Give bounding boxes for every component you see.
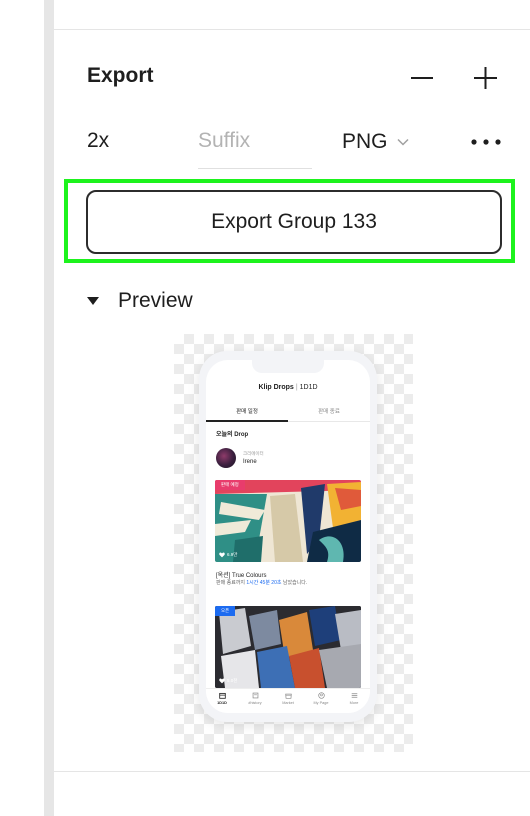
creator-name: Irene	[243, 459, 257, 465]
suffix-field	[198, 126, 312, 169]
artwork-abstract	[215, 606, 361, 688]
app-brand: Klip Drops | 1D1D	[206, 384, 370, 391]
heart-icon	[219, 678, 225, 684]
caret-down-icon	[87, 297, 99, 305]
avatar	[216, 448, 236, 468]
more-options-button[interactable]	[468, 130, 504, 154]
item-desc-suffix: 남았습니다.	[281, 580, 308, 586]
nav-item-mypage: My Page	[306, 692, 336, 705]
export-button[interactable]: Export Group 133	[86, 190, 502, 254]
app-brand-name: Klip Drops	[258, 384, 294, 391]
store-icon	[284, 693, 292, 699]
chevron-down-icon	[396, 138, 409, 146]
nav-item-1d1d: 1D1D	[207, 692, 237, 705]
item-title: [옥션] True Colours	[216, 573, 267, 579]
preview-toggle[interactable]: Preview	[86, 289, 193, 313]
left-strip	[0, 0, 44, 816]
nav-item-market: Market	[273, 692, 303, 705]
preview-label: Preview	[118, 289, 193, 312]
nav-item-history: #history	[240, 692, 270, 705]
item-desc-prefix: 판매 종료까지	[216, 580, 247, 586]
status-badge: 판매 예정	[215, 480, 245, 490]
nav-label: #history	[248, 701, 262, 705]
nav-label: More	[349, 701, 359, 705]
nav-label: My Page	[313, 701, 329, 705]
preview-image: Klip Drops | 1D1D 판매 일정 판매 종료 오늘의 Drop 크리에…	[199, 351, 377, 722]
tab-on-sale: 판매 일정	[236, 409, 258, 415]
item-description: 판매 종료까지 1시간 45분 20초 남았습니다.	[216, 579, 307, 586]
remove-export-button[interactable]	[408, 62, 438, 92]
drop-card-image: 판매 예정 6.9만	[215, 480, 361, 562]
format-label: PNG	[342, 130, 388, 153]
more-icon	[471, 139, 501, 145]
calendar-icon	[218, 692, 226, 699]
bottom-nav: 1D1D #history Market My Page More	[206, 688, 370, 713]
like-count: 6.9만	[219, 552, 237, 558]
minus-icon	[411, 77, 433, 79]
menu-icon	[351, 693, 357, 698]
status-badge: 오픈	[215, 606, 236, 616]
phone-screen: Klip Drops | 1D1D 판매 일정 판매 종료 오늘의 Drop 크리에…	[206, 360, 370, 713]
drop-card-image: 오픈 5.0천	[215, 606, 361, 688]
countdown: 1시간 45분 20초	[246, 580, 282, 586]
suffix-input[interactable]	[198, 126, 312, 153]
archive-icon	[252, 692, 258, 699]
format-select[interactable]: PNG	[342, 127, 409, 157]
tab-ended: 판매 종료	[318, 409, 340, 415]
export-section-title: Export	[87, 64, 154, 87]
nav-label: 1D1D	[217, 701, 227, 705]
like-count-value: 6.9만	[227, 552, 238, 557]
scale-value[interactable]: 2x	[87, 129, 109, 153]
tab-active-indicator	[206, 420, 288, 422]
divider	[54, 29, 530, 30]
like-count: 5.0천	[219, 678, 237, 684]
add-export-button[interactable]	[471, 62, 501, 92]
panel-left-border	[44, 0, 54, 816]
phone-notch	[252, 360, 324, 373]
artwork-abstract	[215, 480, 361, 562]
nav-item-more: More	[339, 692, 369, 705]
like-count-value: 5.0천	[227, 678, 238, 683]
creator-role: 크리에이터	[243, 451, 264, 456]
app-brand-sub: 1D1D	[299, 384, 318, 391]
divider	[54, 771, 530, 772]
heart-icon	[219, 552, 225, 558]
section-title: 오늘의 Drop	[216, 432, 249, 438]
plus-icon	[474, 67, 497, 89]
user-icon	[317, 692, 325, 699]
nav-label: Market	[282, 701, 294, 705]
